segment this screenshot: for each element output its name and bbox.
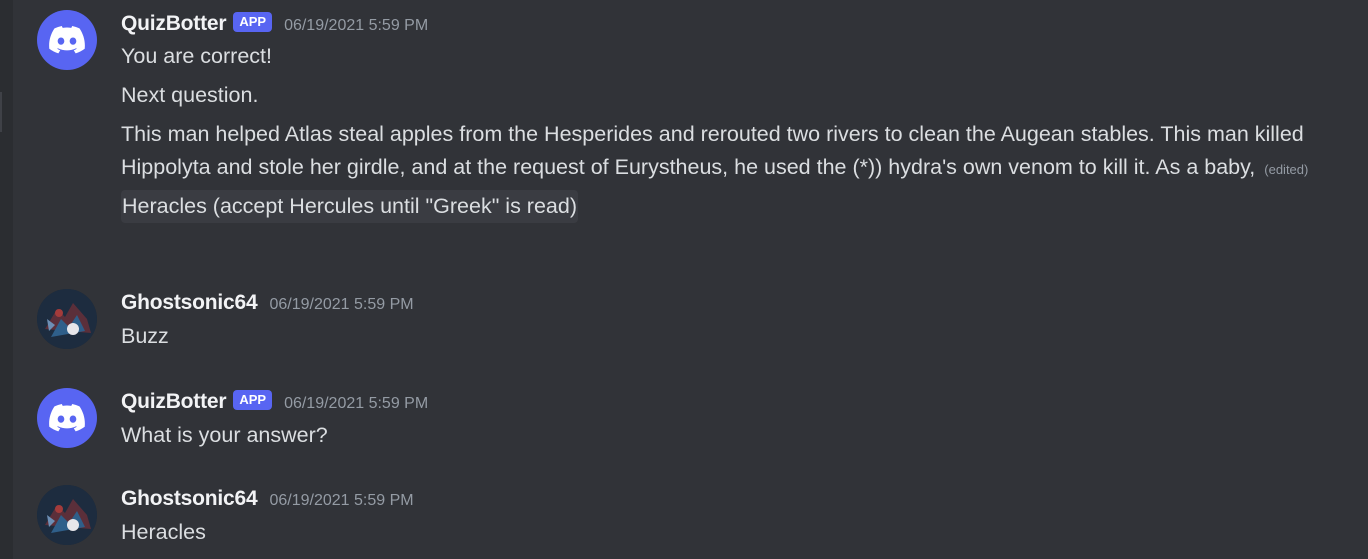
edited-label: (edited) bbox=[1264, 162, 1309, 177]
message-body: QuizBotter APP 06/19/2021 5:59 PM You ar… bbox=[121, 10, 1347, 223]
timestamp[interactable]: 06/19/2021 5:59 PM bbox=[284, 395, 428, 413]
question-text: This man helped Atlas steal apples from … bbox=[121, 122, 1304, 179]
username[interactable]: Ghostsonic64 bbox=[121, 291, 258, 315]
left-sidebar-edge bbox=[0, 0, 13, 559]
message-body: Ghostsonic64 06/19/2021 5:59 PM Heracles bbox=[121, 485, 1347, 549]
message-header: QuizBotter APP 06/19/2021 5:59 PM bbox=[121, 10, 1347, 38]
discord-logo-icon[interactable] bbox=[37, 10, 97, 70]
message-line: You are correct! bbox=[121, 44, 272, 68]
discord-logo-icon bbox=[49, 26, 85, 54]
answer-codeblock: Heracles (accept Hercules until "Greek" … bbox=[121, 190, 578, 223]
message-body: QuizBotter APP 06/19/2021 5:59 PM What i… bbox=[121, 388, 1347, 452]
discord-logo-icon bbox=[49, 404, 85, 432]
message-header: QuizBotter APP 06/19/2021 5:59 PM bbox=[121, 388, 1347, 416]
user-avatar[interactable] bbox=[37, 289, 97, 349]
message-header: Ghostsonic64 06/19/2021 5:59 PM bbox=[121, 485, 1347, 513]
username[interactable]: Ghostsonic64 bbox=[121, 487, 258, 511]
user-avatar-image bbox=[37, 485, 97, 545]
scroll-indicator bbox=[0, 92, 2, 132]
discord-logo-icon[interactable] bbox=[37, 388, 97, 448]
message-line: Buzz bbox=[121, 324, 169, 348]
message-line: Heracles bbox=[121, 520, 206, 544]
message-line: This man helped Atlas steal apples from … bbox=[121, 118, 1347, 186]
username[interactable]: QuizBotter bbox=[121, 12, 227, 36]
message-body: Ghostsonic64 06/19/2021 5:59 PM Buzz bbox=[121, 289, 1347, 353]
username[interactable]: QuizBotter bbox=[121, 390, 227, 414]
timestamp[interactable]: 06/19/2021 5:59 PM bbox=[269, 492, 413, 510]
answer-line: Heracles (accept Hercules until "Greek" … bbox=[121, 190, 1347, 223]
timestamp[interactable]: 06/19/2021 5:59 PM bbox=[284, 17, 428, 35]
chat-messages: QuizBotter APP 06/19/2021 5:59 PM You ar… bbox=[13, 0, 1368, 559]
message-quizbotter-prompt: QuizBotter APP 06/19/2021 5:59 PM What i… bbox=[37, 388, 1347, 450]
message-ghostsonic-buzz: Ghostsonic64 06/19/2021 5:59 PM Buzz bbox=[37, 289, 1347, 351]
message-header: Ghostsonic64 06/19/2021 5:59 PM bbox=[121, 289, 1347, 317]
message-ghostsonic-answer: Ghostsonic64 06/19/2021 5:59 PM Heracles bbox=[37, 485, 1347, 547]
user-avatar[interactable] bbox=[37, 485, 97, 545]
timestamp[interactable]: 06/19/2021 5:59 PM bbox=[269, 296, 413, 314]
message-line: Next question. bbox=[121, 83, 259, 107]
message-quizbotter-question: QuizBotter APP 06/19/2021 5:59 PM You ar… bbox=[37, 10, 1347, 260]
message-line: What is your answer? bbox=[121, 423, 328, 447]
app-badge: APP bbox=[233, 390, 273, 410]
app-badge: APP bbox=[233, 12, 273, 32]
user-avatar-image bbox=[37, 289, 97, 349]
